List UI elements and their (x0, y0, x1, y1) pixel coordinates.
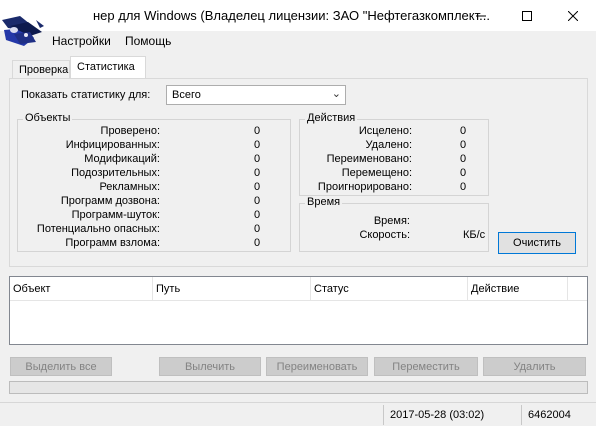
objects-stat-value: 0 (254, 237, 261, 249)
spider-logo-icon (2, 16, 44, 46)
objects-stat-label: Потенциально опасных: (36, 223, 160, 235)
status-date: 2017-05-28 (03:02) (390, 409, 485, 421)
objects-stat-value: 0 (254, 209, 261, 221)
status-bar: 2017-05-28 (03:02) 6462004 (0, 402, 596, 426)
menu-settings[interactable]: Настройки (52, 34, 111, 48)
objects-stat-label: Проверено: (100, 125, 160, 137)
actions-legend: Действия (305, 112, 358, 124)
objects-stat-value: 0 (254, 167, 261, 179)
results-table[interactable]: Объект Путь Статус Действие (9, 276, 588, 345)
filter-label: Показать статистику для: (21, 89, 151, 101)
objects-stat-value: 0 (254, 195, 261, 207)
objects-stat-value: 0 (254, 139, 261, 151)
objects-stat-label: Инфицированных: (65, 139, 160, 151)
window-title: нер для Windows (Владелец лицензии: ЗАО … (93, 8, 490, 23)
title-bar: нер для Windows (Владелец лицензии: ЗАО … (0, 0, 596, 31)
speed-value: КБ/с (463, 229, 486, 241)
objects-stat-value: 0 (254, 223, 261, 235)
menu-help[interactable]: Помощь (125, 34, 171, 48)
actions-stat-value: 0 (460, 125, 467, 137)
chevron-down-icon: ⌄ (331, 88, 341, 100)
actions-stat-label: Проигнорировано: (317, 181, 412, 193)
actions-stat-value: 0 (460, 181, 467, 193)
delete-button[interactable]: Удалить (483, 357, 586, 376)
objects-stat-label: Рекламных: (99, 181, 160, 193)
objects-stat-value: 0 (254, 153, 261, 165)
objects-stat-value: 0 (254, 125, 261, 137)
maximize-button[interactable] (504, 0, 550, 31)
time-group: Время (299, 196, 489, 252)
actions-stat-label: Переименовано: (326, 153, 412, 165)
speed-label: Скорость: (359, 229, 410, 241)
column-header-object[interactable]: Объект (10, 277, 153, 301)
actions-stat-value: 0 (460, 153, 467, 165)
objects-stat-label: Программ взлома: (65, 237, 160, 249)
column-header-path[interactable]: Путь (153, 277, 311, 301)
rename-button[interactable]: Переименовать (266, 357, 368, 376)
close-icon (568, 10, 578, 21)
clear-button[interactable]: Очистить (498, 232, 576, 254)
time-legend: Время (305, 196, 343, 208)
column-header-status[interactable]: Статус (311, 277, 468, 301)
filter-select-value: Всего (172, 89, 201, 101)
status-records: 6462004 (528, 409, 571, 421)
objects-stat-label: Модификаций: (84, 153, 160, 165)
tab-statistics[interactable]: Статистика (70, 56, 146, 79)
table-header: Объект Путь Статус Действие (10, 277, 587, 301)
objects-stat-value: 0 (254, 181, 261, 193)
select-all-button[interactable]: Выделить все (10, 357, 112, 376)
objects-stat-label: Программ дозвона: (60, 195, 160, 207)
objects-legend: Объекты (23, 112, 73, 124)
menu-bar: Настройки Помощь (0, 31, 596, 51)
status-separator (521, 405, 522, 425)
close-button[interactable] (550, 0, 596, 31)
scan-progress-bar (9, 381, 588, 394)
cure-button[interactable]: Вылечить (159, 357, 261, 376)
tab-check[interactable]: Проверка (12, 60, 70, 80)
move-button[interactable]: Переместить (374, 357, 478, 376)
actions-stat-label: Исцелено: (358, 125, 412, 137)
actions-stat-label: Удалено: (365, 139, 412, 151)
time-label: Время: (373, 215, 410, 227)
minimize-icon (476, 15, 486, 16)
filter-select[interactable]: Всего ⌄ (166, 85, 346, 105)
status-separator (383, 405, 384, 425)
objects-stat-label: Программ-шуток: (71, 209, 160, 221)
objects-stat-label: Подозрительных: (71, 167, 160, 179)
maximize-icon (522, 10, 532, 21)
actions-stat-value: 0 (460, 139, 467, 151)
minimize-button[interactable] (458, 0, 504, 31)
actions-stat-label: Перемещено: (341, 167, 412, 179)
actions-stat-value: 0 (460, 167, 467, 179)
column-header-action[interactable]: Действие (468, 277, 568, 301)
